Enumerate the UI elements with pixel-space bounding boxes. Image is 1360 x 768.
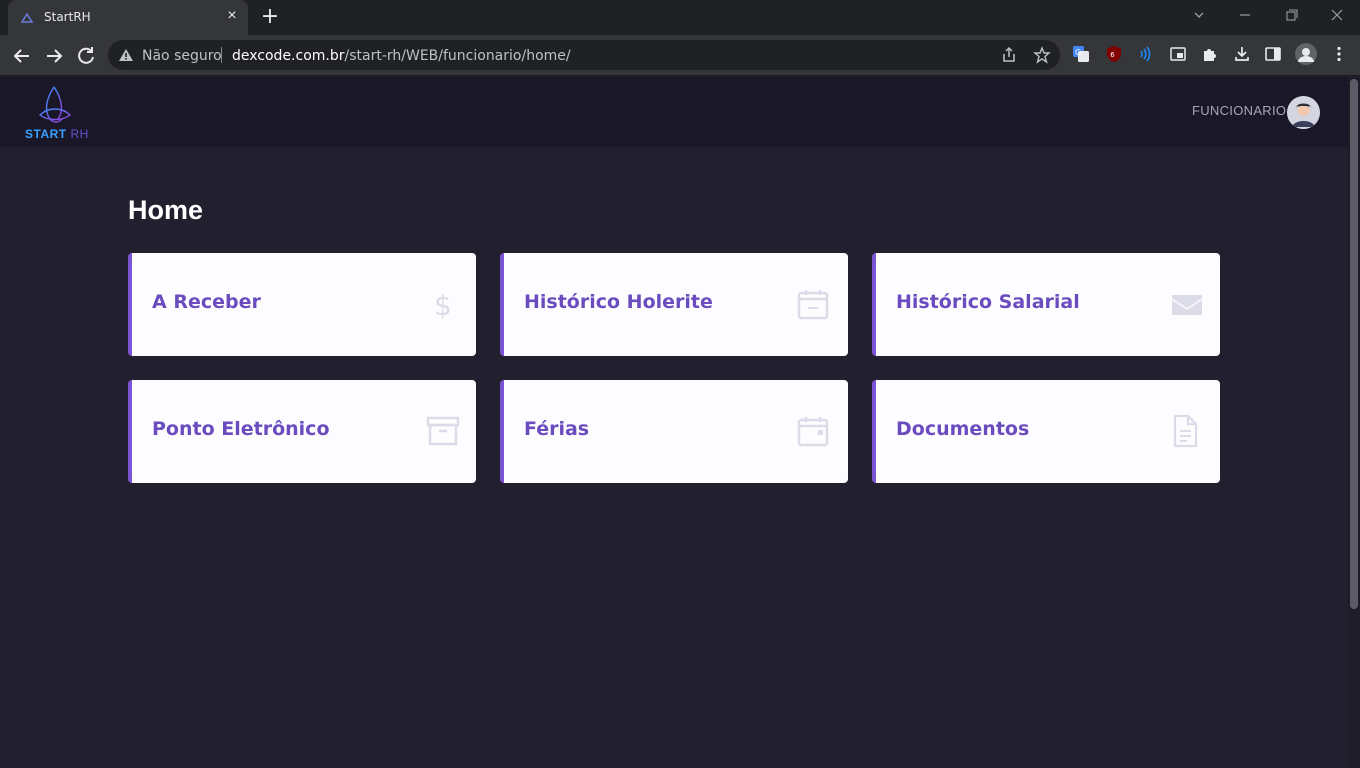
ublock-extension-icon[interactable]: 6	[1105, 45, 1123, 63]
card-ponto-eletronico[interactable]: Ponto Eletrônico	[128, 380, 476, 483]
archive-icon	[426, 416, 460, 446]
browser-tab-strip: StartRH × +	[0, 0, 1360, 35]
omnibox-divider	[221, 47, 222, 63]
forward-arrow-icon[interactable]	[41, 43, 67, 69]
warning-icon	[119, 49, 133, 61]
minimize-icon[interactable]	[1230, 4, 1260, 26]
card-a-receber[interactable]: A Receber $	[128, 253, 476, 356]
card-documentos[interactable]: Documentos	[872, 380, 1220, 483]
card-label: Ponto Eletrônico	[152, 418, 330, 440]
logo-text: START RH	[25, 127, 89, 141]
app-logo[interactable]: START RH	[22, 83, 92, 143]
url-host: dexcode.com.br	[232, 48, 345, 64]
card-ferias[interactable]: Férias	[500, 380, 848, 483]
new-tab-button[interactable]: +	[258, 6, 282, 30]
calendar-icon	[797, 290, 829, 320]
card-label: A Receber	[152, 291, 261, 313]
card-label: Documentos	[896, 418, 1030, 440]
user-avatar-icon	[1287, 96, 1320, 129]
tab-title: StartRH	[44, 10, 91, 24]
extensions-puzzle-icon[interactable]	[1201, 45, 1219, 63]
scrollbar-thumb[interactable]	[1350, 79, 1358, 609]
card-label: Histórico Salarial	[896, 291, 1080, 313]
share-icon[interactable]	[1000, 46, 1018, 64]
card-label: Histórico Holerite	[524, 291, 713, 313]
user-role-label[interactable]: FUNCIONARIO	[1192, 103, 1286, 118]
page-viewport: START RH FUNCIONARIO Home A Receber $ Hi…	[0, 77, 1360, 768]
security-label[interactable]: Não seguro	[142, 48, 222, 64]
calendar-icon	[797, 417, 829, 447]
svg-text:G: G	[1075, 48, 1081, 57]
url-path: /start-rh/WEB/funcionario/home/	[344, 48, 571, 64]
card-historico-salarial[interactable]: Histórico Salarial	[872, 253, 1220, 356]
wireless-extension-icon[interactable]	[1137, 45, 1155, 63]
svg-text:6: 6	[1110, 51, 1115, 59]
user-avatar[interactable]	[1287, 96, 1320, 129]
side-panel-icon[interactable]	[1264, 45, 1282, 63]
page-title: Home	[128, 195, 204, 225]
tab-search-icon[interactable]	[1184, 4, 1214, 26]
logo-text-start: START	[25, 127, 67, 141]
url-text[interactable]: dexcode.com.br/start-rh/WEB/funcionario/…	[232, 48, 571, 64]
reload-icon[interactable]	[73, 43, 99, 69]
card-label: Férias	[524, 418, 590, 440]
logo-text-rh: RH	[66, 127, 89, 141]
translate-extension-icon[interactable]: G	[1072, 45, 1090, 63]
card-historico-holerite[interactable]: Histórico Holerite	[500, 253, 848, 356]
file-icon	[1173, 414, 1198, 448]
picture-in-picture-icon[interactable]	[1169, 45, 1187, 63]
profile-avatar-icon[interactable]	[1295, 43, 1317, 65]
app-navbar: START RH FUNCIONARIO	[0, 77, 1348, 147]
download-icon[interactable]	[1233, 45, 1251, 63]
dollar-icon: $	[434, 289, 452, 321]
restore-icon[interactable]	[1276, 4, 1306, 26]
browser-toolbar: Não seguro dexcode.com.br/start-rh/WEB/f…	[0, 35, 1360, 76]
close-window-icon[interactable]	[1322, 4, 1352, 26]
svg-text:$: $	[434, 289, 452, 321]
tab-close-icon[interactable]: ×	[224, 8, 240, 24]
favicon-icon	[20, 12, 34, 23]
back-arrow-icon[interactable]	[9, 43, 35, 69]
logo-mark-icon	[38, 86, 72, 123]
address-bar[interactable]: Não seguro dexcode.com.br/start-rh/WEB/f…	[108, 40, 1060, 70]
bookmark-star-icon[interactable]	[1033, 46, 1051, 64]
browser-menu-icon[interactable]	[1330, 45, 1348, 63]
browser-tab[interactable]: StartRH ×	[8, 0, 248, 35]
page-scrollbar[interactable]	[1348, 77, 1360, 768]
money-bill-icon	[1171, 295, 1203, 315]
